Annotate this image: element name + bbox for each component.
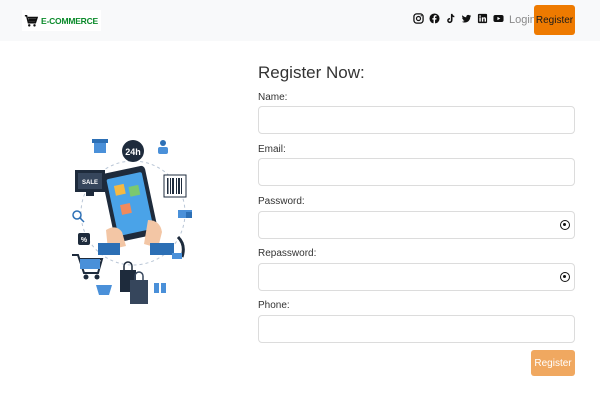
brand-logo[interactable]: E-COMMERCE [22,10,102,31]
eye-icon[interactable] [560,220,570,230]
name-label: Name: [258,92,288,103]
email-field[interactable] [258,158,575,186]
svg-text:24h: 24h [125,147,141,157]
repassword-field[interactable] [258,263,575,291]
password-label: Password: [258,196,305,207]
twitter-icon[interactable] [461,13,472,24]
name-input[interactable] [259,107,574,133]
ecommerce-illustration: 24h SALE % [72,139,192,304]
navbar: E-COMMERCE Login Register [0,0,600,41]
repassword-label: Repassword: [258,248,317,259]
svg-text:%: % [81,237,88,244]
name-field[interactable] [258,106,575,134]
password-field[interactable] [258,211,575,239]
email-input[interactable] [259,159,574,185]
password-input[interactable] [259,212,574,238]
brand-name: E-COMMERCE [41,15,99,26]
email-label: Email: [258,144,286,155]
youtube-icon[interactable] [493,13,504,24]
register-nav-button[interactable]: Register [534,5,575,35]
register-submit-button[interactable]: Register [531,350,575,376]
form-title: Register Now: [258,63,365,82]
phone-field[interactable] [258,315,575,343]
eye-icon[interactable] [560,272,570,282]
instagram-icon[interactable] [413,13,424,24]
linkedin-icon[interactable] [477,13,488,24]
repassword-input[interactable] [259,264,574,290]
svg-text:SALE: SALE [82,180,98,186]
social-links [413,13,504,24]
phone-label: Phone: [258,300,290,311]
login-link[interactable]: Login [509,14,536,26]
facebook-icon[interactable] [429,13,440,24]
cart-icon [24,14,38,27]
phone-input[interactable] [259,316,574,342]
tiktok-icon[interactable] [445,13,456,24]
